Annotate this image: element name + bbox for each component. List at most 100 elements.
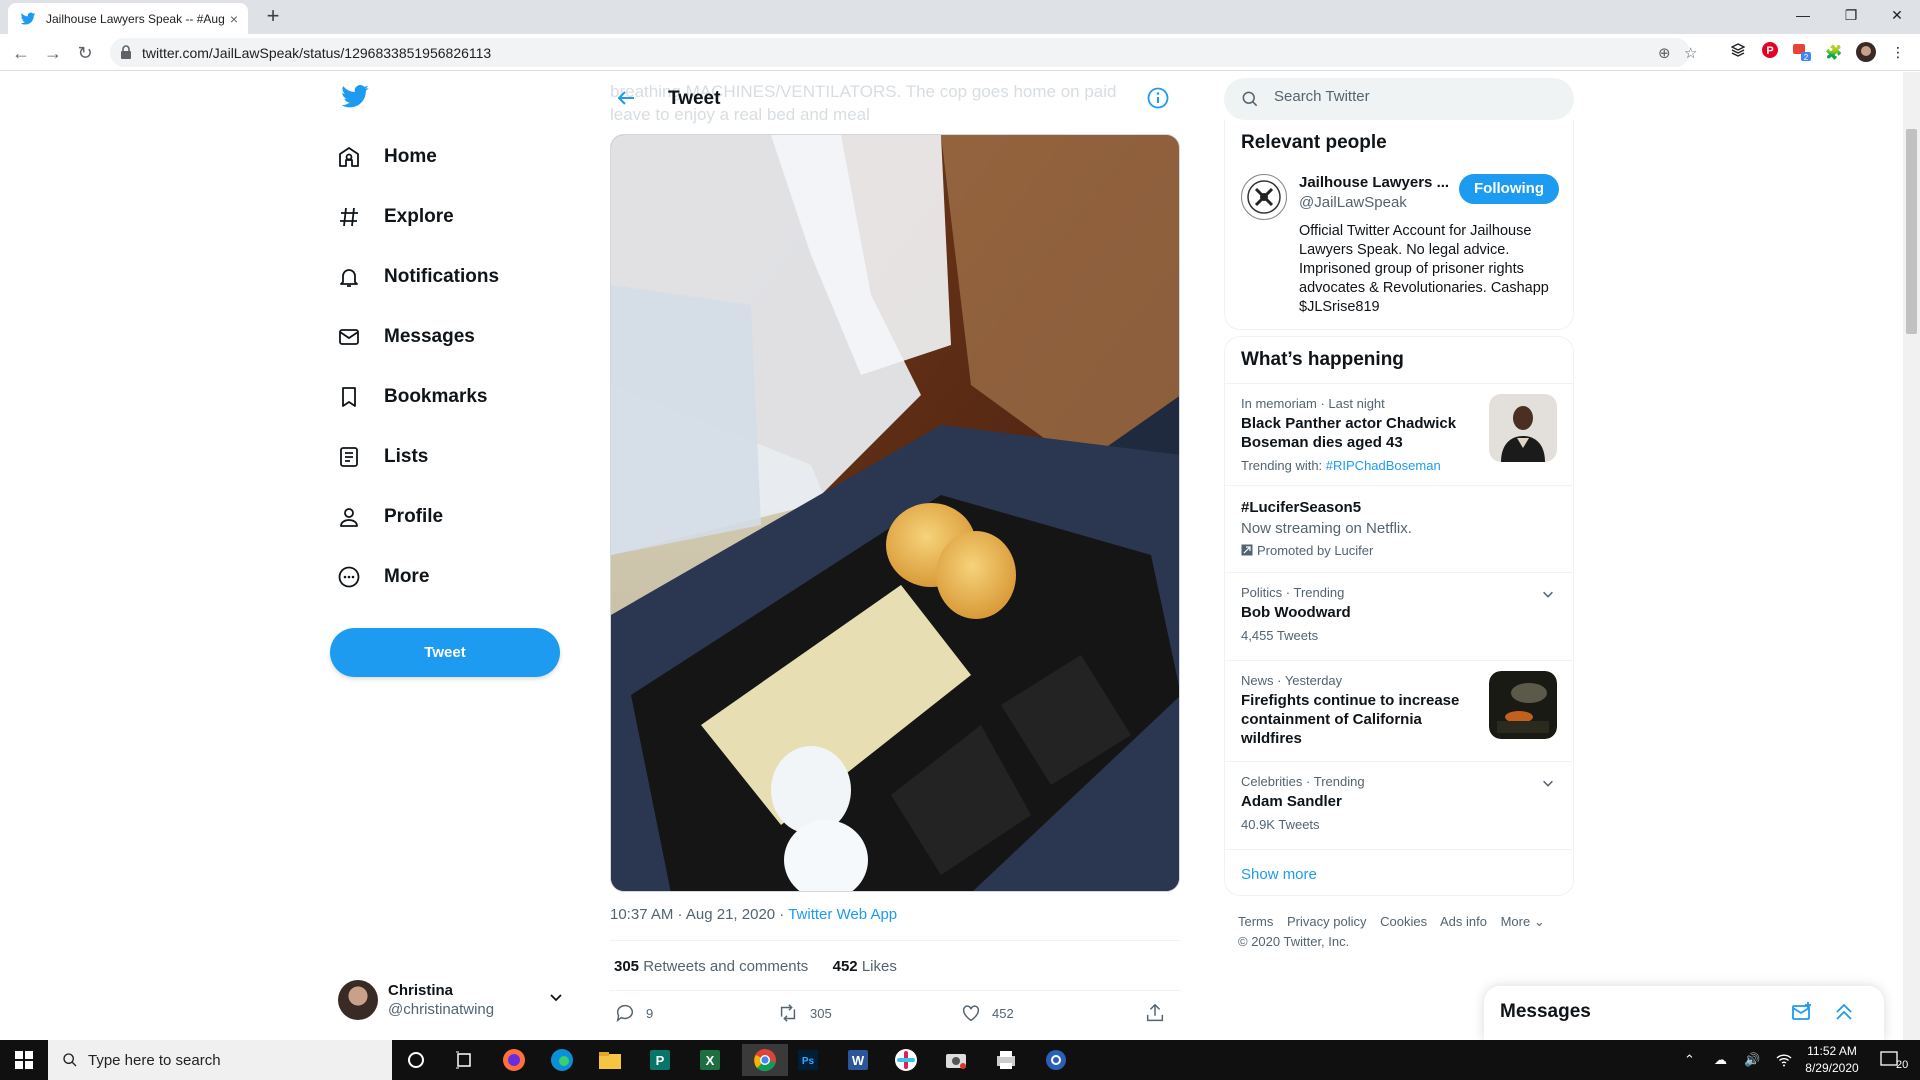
forward-icon[interactable]: → [40,40,66,66]
whats-happening-card: What’s happening In memoriam · Last nigh… [1224,336,1574,896]
nav-item-lists[interactable]: Lists [330,435,428,479]
profile-avatar-icon[interactable] [1856,42,1876,62]
slack-icon[interactable] [890,1044,922,1076]
tweet-photo[interactable] [610,134,1180,892]
translate-extension-icon[interactable]: 2 [1792,42,1812,62]
footer-link[interactable]: Ads info [1440,914,1487,929]
envelope-icon [334,322,364,352]
twitter-logo-icon[interactable] [340,82,370,112]
messages-drawer[interactable]: Messages [1484,986,1884,1040]
nav-item-messages[interactable]: Messages [330,315,475,359]
reply-icon [616,1004,634,1023]
app-circle-icon[interactable] [1040,1044,1072,1076]
footer-link[interactable]: Terms [1238,914,1273,929]
retweets-count[interactable]: 305 [614,958,639,975]
nav-item-bookmarks[interactable]: Bookmarks [330,375,488,419]
task-view-icon[interactable] [448,1044,480,1076]
nav-item-more[interactable]: More [330,555,429,599]
nav-label: Lists [384,446,429,467]
publisher-icon[interactable]: P [644,1044,676,1076]
reply-button[interactable]: 9 [614,1002,653,1024]
windows-start-icon[interactable] [0,1040,48,1080]
bell-icon [334,262,364,292]
new-tab-button[interactable]: + [260,4,286,30]
close-window-icon[interactable]: ✕ [1874,0,1920,30]
promoted-label: Promoted by Lucifer [1241,543,1557,558]
firefox-icon[interactable] [498,1044,530,1076]
footer-link[interactable]: Cookies [1380,914,1427,929]
browser-toolbar: ← → ↻ twitter.com/JailLawSpeak/status/12… [0,34,1920,71]
info-icon[interactable] [1146,86,1170,110]
likes-count[interactable]: 452 [833,958,858,975]
tab-close-icon[interactable]: × [230,11,238,27]
back-icon[interactable]: ← [8,40,34,66]
zoom-icon[interactable]: ⊕ [1658,44,1671,62]
retweets-label[interactable]: Retweets and comments [643,958,808,975]
chevron-down-icon[interactable] [1541,587,1555,601]
trend-item[interactable]: Politics · Trending Bob Woodward 4,455 T… [1225,572,1573,660]
photoshop-icon[interactable]: Ps [792,1044,824,1076]
share-button[interactable] [1144,1002,1166,1024]
nav-item-notifications[interactable]: Notifications [330,255,499,299]
trend-hashtag-link[interactable]: #RIPChadBoseman [1326,458,1441,473]
browser-tab[interactable]: Jailhouse Lawyers Speak -- #Aug × [8,3,248,34]
show-more-link[interactable]: Show more [1225,849,1573,899]
search-input[interactable] [1274,88,1554,105]
svg-text:2: 2 [1804,53,1809,62]
footer-more-link[interactable]: More ⌄ [1501,914,1545,929]
scrollbar-thumb[interactable] [1906,129,1917,334]
excel-icon[interactable]: X [694,1044,726,1076]
account-switcher[interactable]: Christina @christinatwing [338,975,574,1025]
onedrive-icon[interactable]: ☁ [1714,1040,1727,1080]
page-scrollbar[interactable] [1903,72,1920,1040]
trend-item[interactable]: In memoriam · Last night Black Panther a… [1225,383,1573,485]
expand-up-icon[interactable] [1832,1000,1856,1024]
edge-icon[interactable] [546,1044,578,1076]
new-message-icon[interactable] [1790,1000,1814,1024]
like-button[interactable]: 452 [960,1002,1014,1024]
reload-icon[interactable]: ↻ [72,40,98,66]
nav-item-home[interactable]: Home [330,135,437,179]
minimize-icon[interactable]: — [1780,0,1826,30]
person-name[interactable]: Jailhouse Lawyers ... [1299,174,1449,191]
nav-item-profile[interactable]: Profile [330,495,443,539]
volume-icon[interactable]: 🔊 [1744,1040,1760,1080]
printer-icon[interactable] [990,1044,1022,1076]
source-link[interactable]: Twitter Web App [788,906,897,923]
word-icon[interactable]: W [842,1044,874,1076]
notification-center-icon[interactable]: 20 [1880,1040,1908,1080]
address-bar[interactable]: twitter.com/JailLawSpeak/status/12968338… [110,38,1697,67]
puzzle-extensions-icon[interactable]: 🧩 [1824,42,1844,62]
back-arrow-icon[interactable] [614,86,638,110]
tweet-button[interactable]: Tweet [330,628,560,677]
right-sidebar: Relevant people Jailhouse Lawyers ... @J… [1224,72,1574,1040]
system-clock[interactable]: 11:52 AM 8/29/2020 [1792,1043,1872,1077]
trend-item-promoted[interactable]: #LuciferSeason5 Now streaming on Netflix… [1225,485,1573,572]
retweet-button[interactable]: 305 [776,1002,832,1024]
layers-extension-icon[interactable] [1728,42,1748,62]
nav-item-explore[interactable]: Explore [330,195,454,239]
clock-date: 8/29/2020 [1805,1061,1859,1075]
taskbar-search[interactable]: Type here to search [48,1040,392,1080]
cortana-icon[interactable] [400,1044,432,1076]
relevant-person[interactable]: Jailhouse Lawyers ... @JailLawSpeak Foll… [1225,166,1573,356]
pinterest-extension-icon[interactable]: P [1760,42,1780,62]
person-bio: Official Twitter Account for Jailhouse L… [1299,223,1549,315]
chevron-down-icon[interactable] [1541,776,1555,790]
likes-label[interactable]: Likes [862,958,897,975]
bookmark-star-icon[interactable]: ☆ [1684,44,1697,62]
file-explorer-icon[interactable] [594,1044,626,1076]
hashtag-icon [334,202,364,232]
trend-item[interactable]: Celebrities · Trending Adam Sandler 40.9… [1225,761,1573,849]
menu-kebab-icon[interactable]: ⋮ [1888,42,1908,62]
restore-icon[interactable]: ❐ [1828,0,1874,30]
search-bar[interactable] [1224,78,1574,120]
jls-avatar-icon[interactable] [1241,174,1287,220]
trend-item[interactable]: News · Yesterday Firefights continue to … [1225,660,1573,761]
wifi-icon[interactable] [1776,1040,1792,1080]
footer-link[interactable]: Privacy policy [1287,914,1366,929]
following-button[interactable]: Following [1459,174,1559,204]
chrome-icon[interactable] [742,1044,788,1076]
camera-app-icon[interactable] [940,1044,972,1076]
tray-chevron-up-icon[interactable]: ⌃ [1684,1040,1695,1080]
